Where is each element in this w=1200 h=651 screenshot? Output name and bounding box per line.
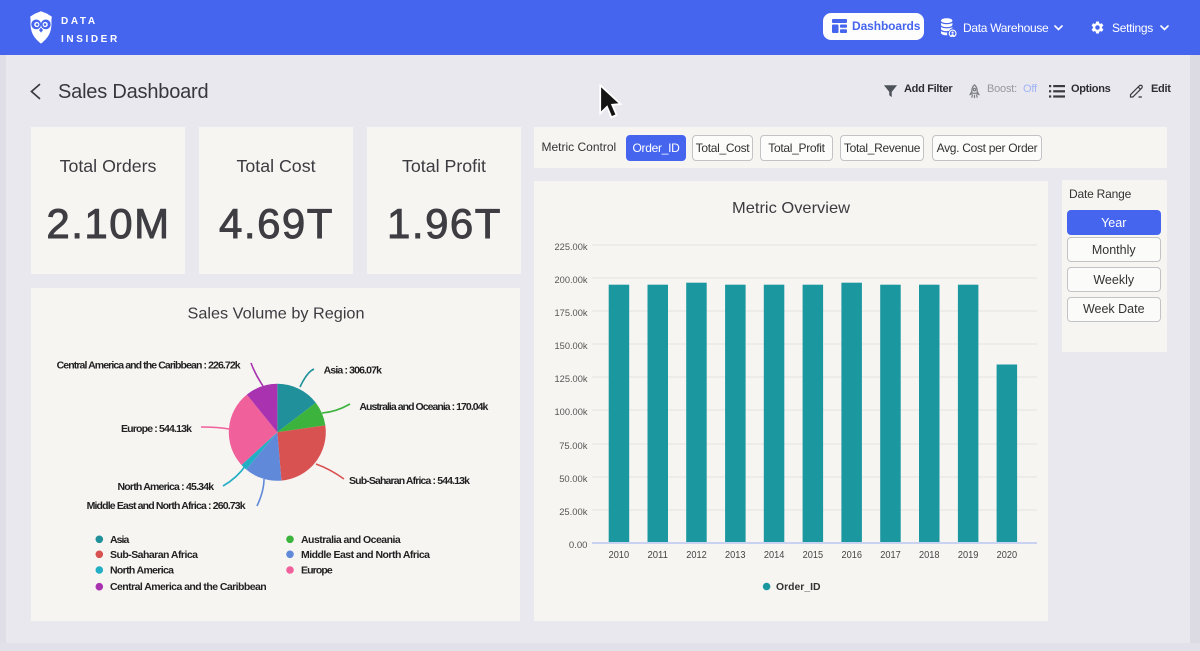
svg-text:2018: 2018 bbox=[919, 549, 940, 561]
svg-text:2020: 2020 bbox=[997, 549, 1018, 561]
svg-text:Central America and the Caribb: Central America and the Caribbean bbox=[110, 581, 267, 593]
svg-text:Australia and Oceania : 170.04: Australia and Oceania : 170.04k bbox=[359, 401, 488, 413]
svg-text:North America: North America bbox=[110, 565, 174, 577]
svg-text:2012: 2012 bbox=[686, 549, 707, 561]
svg-text:100.00k: 100.00k bbox=[555, 407, 588, 418]
svg-text:Central America and the Caribb: Central America and the Caribbean : 226.… bbox=[57, 360, 241, 372]
svg-text:North America : 45.34k: North America : 45.34k bbox=[118, 481, 215, 493]
svg-text:Australia and Oceania: Australia and Oceania bbox=[301, 534, 401, 546]
svg-text:50.00k: 50.00k bbox=[559, 474, 588, 485]
svg-text:2017: 2017 bbox=[880, 549, 901, 561]
svg-text:Sub-Saharan Africa : 544.13k: Sub-Saharan Africa : 544.13k bbox=[349, 475, 470, 487]
svg-text:0.00: 0.00 bbox=[569, 540, 588, 551]
svg-text:Asia : 306.07k: Asia : 306.07k bbox=[324, 365, 383, 377]
svg-text:Europe : 544.13k: Europe : 544.13k bbox=[121, 423, 192, 435]
svg-text:Europe: Europe bbox=[301, 565, 333, 577]
svg-text:150.00k: 150.00k bbox=[555, 341, 588, 352]
svg-text:Asia: Asia bbox=[110, 534, 129, 546]
svg-text:2015: 2015 bbox=[803, 549, 824, 561]
svg-text:175.00k: 175.00k bbox=[555, 308, 588, 319]
svg-text:2010: 2010 bbox=[609, 549, 630, 561]
svg-text:25.00k: 25.00k bbox=[559, 507, 588, 518]
svg-text:2013: 2013 bbox=[725, 549, 746, 561]
svg-text:Order_ID: Order_ID bbox=[776, 581, 821, 593]
svg-text:Middle East and North Africa :: Middle East and North Africa : 260.73k bbox=[87, 500, 246, 512]
svg-text:2019: 2019 bbox=[958, 549, 979, 561]
svg-text:75.00k: 75.00k bbox=[559, 441, 588, 452]
svg-text:2014: 2014 bbox=[764, 549, 785, 561]
svg-text:Middle East and North Africa: Middle East and North Africa bbox=[301, 549, 430, 561]
svg-text:Sales Volume by Region: Sales Volume by Region bbox=[188, 306, 365, 323]
svg-text:2016: 2016 bbox=[841, 549, 862, 561]
svg-text:125.00k: 125.00k bbox=[555, 374, 588, 385]
svg-text:225.00k: 225.00k bbox=[555, 242, 588, 253]
svg-text:2011: 2011 bbox=[647, 549, 668, 561]
svg-text:Metric Overview: Metric Overview bbox=[732, 200, 850, 217]
svg-text:Sub-Saharan Africa: Sub-Saharan Africa bbox=[110, 549, 198, 561]
svg-text:200.00k: 200.00k bbox=[555, 275, 588, 286]
